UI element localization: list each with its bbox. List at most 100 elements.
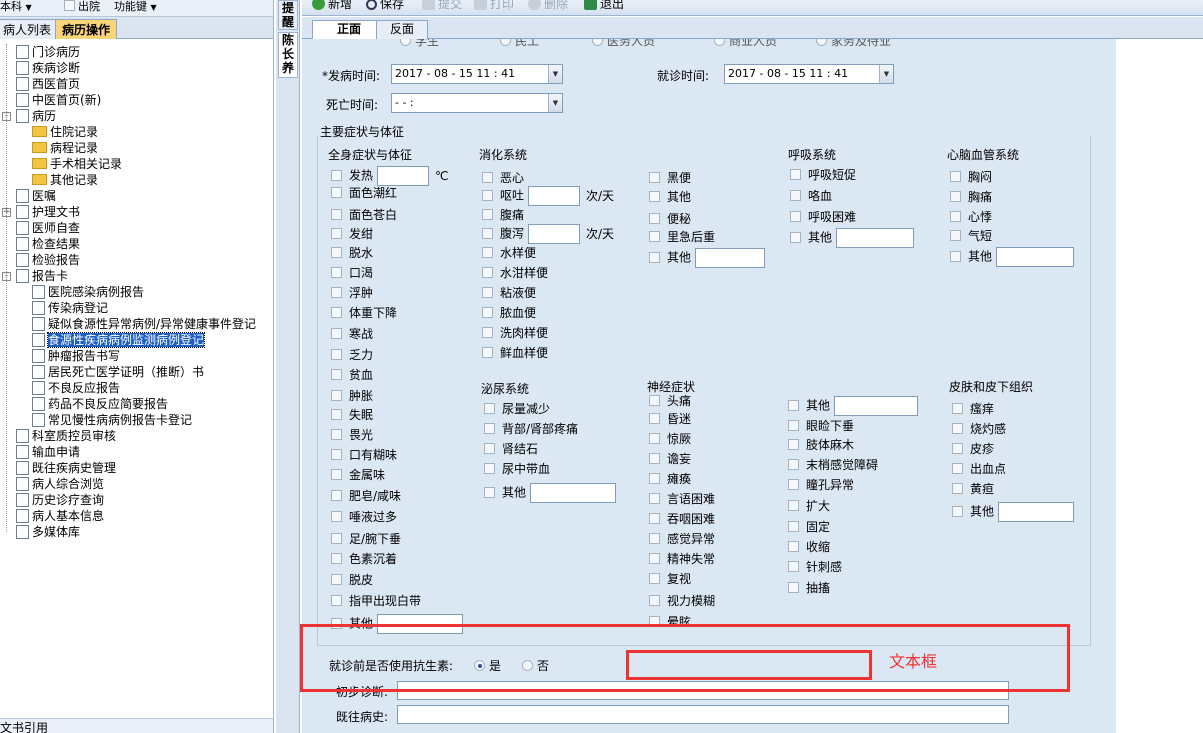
checkbox[interactable] [950,230,961,241]
checkbox[interactable] [482,267,493,278]
symptom-text-input[interactable] [528,186,581,206]
symptom-text-input[interactable] [996,247,1075,267]
checkbox[interactable] [649,513,660,524]
checkbox[interactable] [790,231,801,243]
tab-patient-list[interactable]: 病人列表 [0,19,59,39]
symptom-g9-0[interactable]: 瘙痒 [952,400,994,418]
checkbox[interactable] [788,479,799,490]
symptom-text-input[interactable] [377,166,430,186]
checkbox[interactable] [331,490,342,501]
tree-item-infection-report[interactable]: 医院感染病例报告 [32,284,144,300]
symptom-g7-5[interactable]: 言语困难 [649,490,715,508]
occupation-migrant[interactable]: 民工 [500,39,539,49]
tree-item-surgery[interactable]: 手术相关记录 [32,156,122,172]
checkbox[interactable] [649,433,660,444]
symptom-g8-1[interactable]: 眼睑下垂 [788,417,854,435]
checkbox[interactable] [952,443,963,454]
symptom-g7-8[interactable]: 精神失常 [649,550,715,568]
checkbox[interactable] [952,463,963,474]
checkbox[interactable] [482,287,493,298]
death-time-picker[interactable]: - - : ▼ [391,93,563,113]
tree-item-lab-report[interactable]: 检验报告 [16,252,80,268]
function-key-dropdown[interactable]: 功能键 ▼ [114,0,157,13]
symptom-g3-3[interactable]: 里急后重 [649,228,715,246]
symptom-g8-2[interactable]: 肢体麻木 [788,436,854,454]
tree-item-orders[interactable]: 医嘱 [16,188,56,204]
symptom-g4-1[interactable]: 咯血 [790,187,832,205]
checkbox[interactable] [484,423,495,434]
checkbox[interactable] [952,505,963,517]
symptom-g9-1[interactable]: 烧灼感 [952,420,1006,438]
tree-item-history-query[interactable]: 历史诊疗查询 [16,492,104,508]
checkbox[interactable] [649,533,660,544]
checkbox[interactable] [331,390,342,401]
checkbox[interactable] [649,395,660,406]
symptom-g1-7[interactable]: 体重下降 [331,304,397,322]
checkbox[interactable] [649,213,660,224]
symptom-g1-20[interactable]: 脱皮 [331,571,373,589]
checkbox[interactable] [649,172,660,183]
tree-item-transfusion[interactable]: 输血申请 [16,444,80,460]
checkbox[interactable] [331,511,342,522]
checkbox[interactable] [788,582,799,593]
symptom-g5-1[interactable]: 胸痛 [950,188,992,206]
checkbox[interactable] [331,349,342,360]
checkbox[interactable] [331,307,342,318]
symptom-g4-0[interactable]: 呼吸短促 [790,166,856,184]
checkbox[interactable] [788,541,799,552]
checkbox[interactable] [331,228,342,239]
checkbox[interactable] [649,191,660,202]
symptom-g6-2[interactable]: 肾结石 [484,440,538,458]
symptom-g4-2[interactable]: 呼吸困难 [790,208,856,226]
checkbox[interactable] [331,553,342,564]
symptom-g3-0[interactable]: 黑便 [649,169,691,187]
patient-name-tab[interactable]: 陈长养 [278,32,298,78]
checkbox[interactable] [649,453,660,464]
checkbox[interactable] [331,469,342,480]
symptom-g8-3[interactable]: 末梢感觉障碍 [788,456,878,474]
symptom-g7-7[interactable]: 感觉异常 [649,530,715,548]
symptom-text-input[interactable] [998,502,1075,522]
checkbox[interactable] [484,486,495,498]
checkbox[interactable] [950,250,961,262]
checkbox[interactable] [952,423,963,434]
symptom-g5-3[interactable]: 气短 [950,227,992,245]
occupation-medical[interactable]: 医务人员 [592,39,655,49]
checkbox[interactable] [950,171,961,182]
checkbox[interactable] [482,209,493,220]
symptom-g9-2[interactable]: 皮疹 [952,440,994,458]
symptom-g6-3[interactable]: 尿中带血 [484,460,550,478]
symptom-g8-5[interactable]: 扩大 [788,497,830,515]
tree-item-drug-adverse[interactable]: 药品不良反应简要报告 [32,396,168,412]
symptom-g4-3[interactable]: 其他 [790,228,915,248]
checkbox[interactable] [331,449,342,460]
checkbox[interactable] [482,307,493,318]
tree-item-other-records[interactable]: 其他记录 [32,172,98,188]
tab-back[interactable]: 反面 [376,20,428,39]
checkbox[interactable] [790,169,801,180]
chevron-down-icon[interactable]: ▼ [879,65,893,83]
checkbox[interactable] [331,169,342,181]
chevron-down-icon[interactable]: ▼ [548,65,562,83]
tree-item-death-cert[interactable]: 居民死亡医学证明（推断）书 [32,364,204,380]
symptom-g1-13[interactable]: 畏光 [331,426,373,444]
tree-item-nursing[interactable]: 护理文书 [16,204,80,220]
symptom-g8-0[interactable]: 其他 [788,396,919,416]
symptom-g1-15[interactable]: 金属味 [331,466,385,484]
symptom-g1-0[interactable]: 发热 ℃ [331,166,449,186]
tree-item-exam-results[interactable]: 检查结果 [16,236,80,252]
symptom-text-input[interactable] [695,248,766,268]
symptom-g9-3[interactable]: 出血点 [952,460,1006,478]
visit-time-picker[interactable]: 2017 - 08 - 15 11 : 41 ▼ [724,64,894,84]
checkbox[interactable] [331,574,342,585]
symptom-g1-8[interactable]: 寒战 [331,325,373,343]
symptom-g2-0[interactable]: 恶心 [482,169,524,187]
tree-item-tumor-report[interactable]: 肿瘤报告书写 [32,348,120,364]
tree-item-diagnosis[interactable]: 疾病诊断 [16,60,80,76]
checkbox[interactable] [790,211,801,222]
symptom-g7-3[interactable]: 谵妄 [649,450,691,468]
save-button[interactable]: 保存 [366,0,404,13]
symptom-g5-4[interactable]: 其他 [950,247,1075,267]
symptom-g1-3[interactable]: 发绀 [331,225,373,243]
symptom-g3-2[interactable]: 便秘 [649,210,691,228]
